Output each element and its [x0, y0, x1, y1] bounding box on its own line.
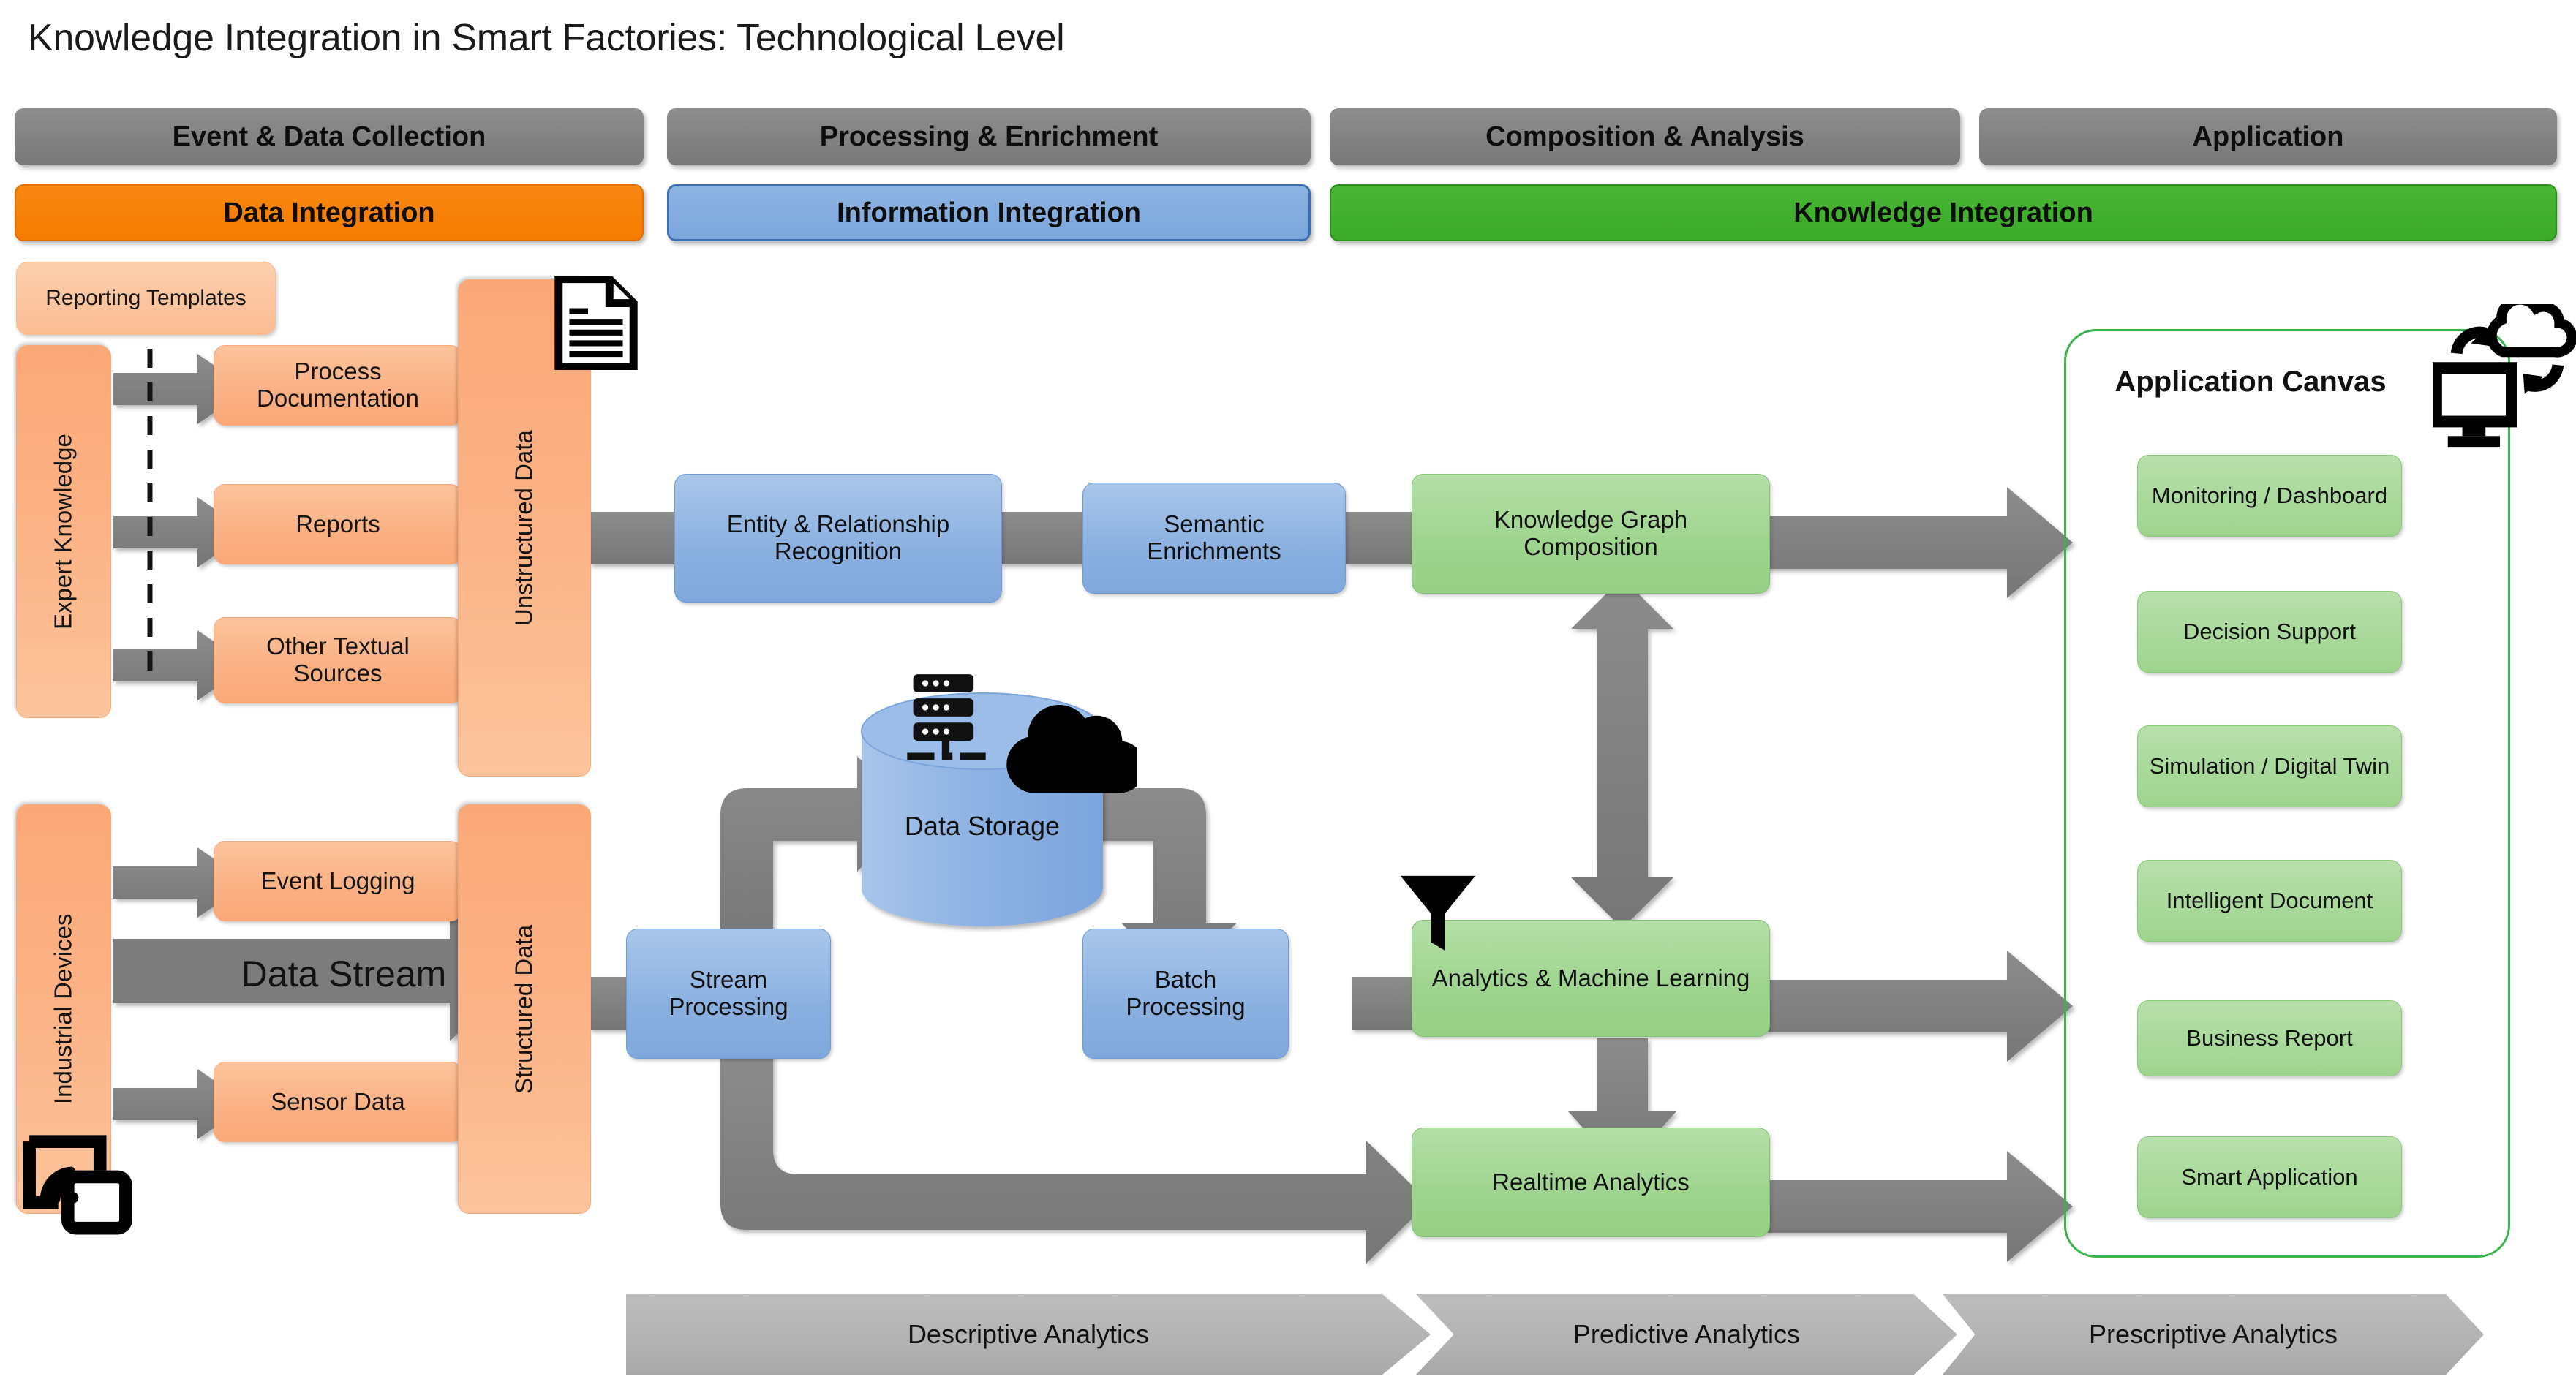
node-event-logging[interactable]: Event Logging [214, 841, 462, 921]
diagram-canvas: Knowledge Integration in Smart Factories… [0, 0, 2576, 1390]
band-predictive-analytics: Predictive Analytics [1416, 1294, 1957, 1375]
iot-wireless-device-icon [23, 1135, 132, 1235]
arrow-kg-analytics-bidirectional [1571, 578, 1673, 929]
page-title: Knowledge Integration in Smart Factories… [28, 17, 1065, 59]
phase-bar-event-data-collection: Event & Data Collection [15, 108, 644, 165]
app-item-smart-application[interactable]: Smart Application [2137, 1136, 2402, 1218]
monitor-cloud-sync-icon [2433, 304, 2576, 448]
node-reporting-templates[interactable]: Reporting Templates [16, 262, 276, 335]
document-icon [554, 276, 638, 370]
funnel-filter-icon [1400, 875, 1476, 951]
app-item-business-report[interactable]: Business Report [2137, 1000, 2402, 1076]
application-canvas-title: Application Canvas [2114, 366, 2387, 398]
app-item-simulation-digital-twin[interactable]: Simulation / Digital Twin [2137, 725, 2402, 807]
node-knowledge-graph-composition[interactable]: Knowledge Graph Composition [1412, 474, 1770, 594]
app-item-decision-support[interactable]: Decision Support [2137, 591, 2402, 673]
cloud-icon [1006, 705, 1137, 793]
arrow-structured-to-stream [590, 977, 629, 1030]
arrow-stream-to-realtime [720, 1053, 1429, 1264]
node-sensor-data[interactable]: Sensor Data [214, 1062, 462, 1142]
phase-bar-application: Application [1979, 108, 2557, 165]
arrow-entity-to-semantic [1001, 512, 1085, 564]
arrow-unstructured-to-entity [590, 512, 674, 564]
node-process-documentation[interactable]: Process Documentation [214, 345, 462, 426]
phase-bar-processing-enrichment: Processing & Enrichment [667, 108, 1311, 165]
band-descriptive-analytics: Descriptive Analytics [626, 1294, 1431, 1375]
node-stream-processing[interactable]: Stream Processing [626, 929, 831, 1059]
layer-bar-knowledge-integration: Knowledge Integration [1330, 184, 2557, 241]
node-semantic-enrichments[interactable]: Semantic Enrichments [1082, 483, 1346, 594]
phase-bar-composition-analysis: Composition & Analysis [1330, 108, 1960, 165]
band-prescriptive-analytics: Prescriptive Analytics [1943, 1294, 2484, 1375]
layer-bar-data-integration: Data Integration [15, 184, 644, 241]
node-realtime-analytics[interactable]: Realtime Analytics [1412, 1128, 1770, 1237]
arrow-kg-to-application [1766, 487, 2073, 598]
arrow-realtime-to-application [1766, 1151, 2073, 1262]
layer-bar-information-integration: Information Integration [667, 184, 1311, 241]
server-stack-icon [907, 674, 986, 760]
node-entity-relationship-recognition[interactable]: Entity & Relationship Recognition [674, 474, 1002, 603]
node-reports[interactable]: Reports [214, 484, 462, 564]
app-item-monitoring-dashboard[interactable]: Monitoring / Dashboard [2137, 455, 2402, 537]
app-item-intelligent-document[interactable]: Intelligent Document [2137, 860, 2402, 942]
arrow-analytics-to-application [1766, 951, 2073, 1062]
node-expert-knowledge[interactable]: Expert Knowledge [16, 345, 111, 718]
node-other-textual-sources[interactable]: Other Textual Sources [214, 617, 462, 703]
node-structured-data[interactable]: Structured Data [458, 804, 591, 1214]
node-batch-processing[interactable]: Batch Processing [1082, 929, 1289, 1059]
